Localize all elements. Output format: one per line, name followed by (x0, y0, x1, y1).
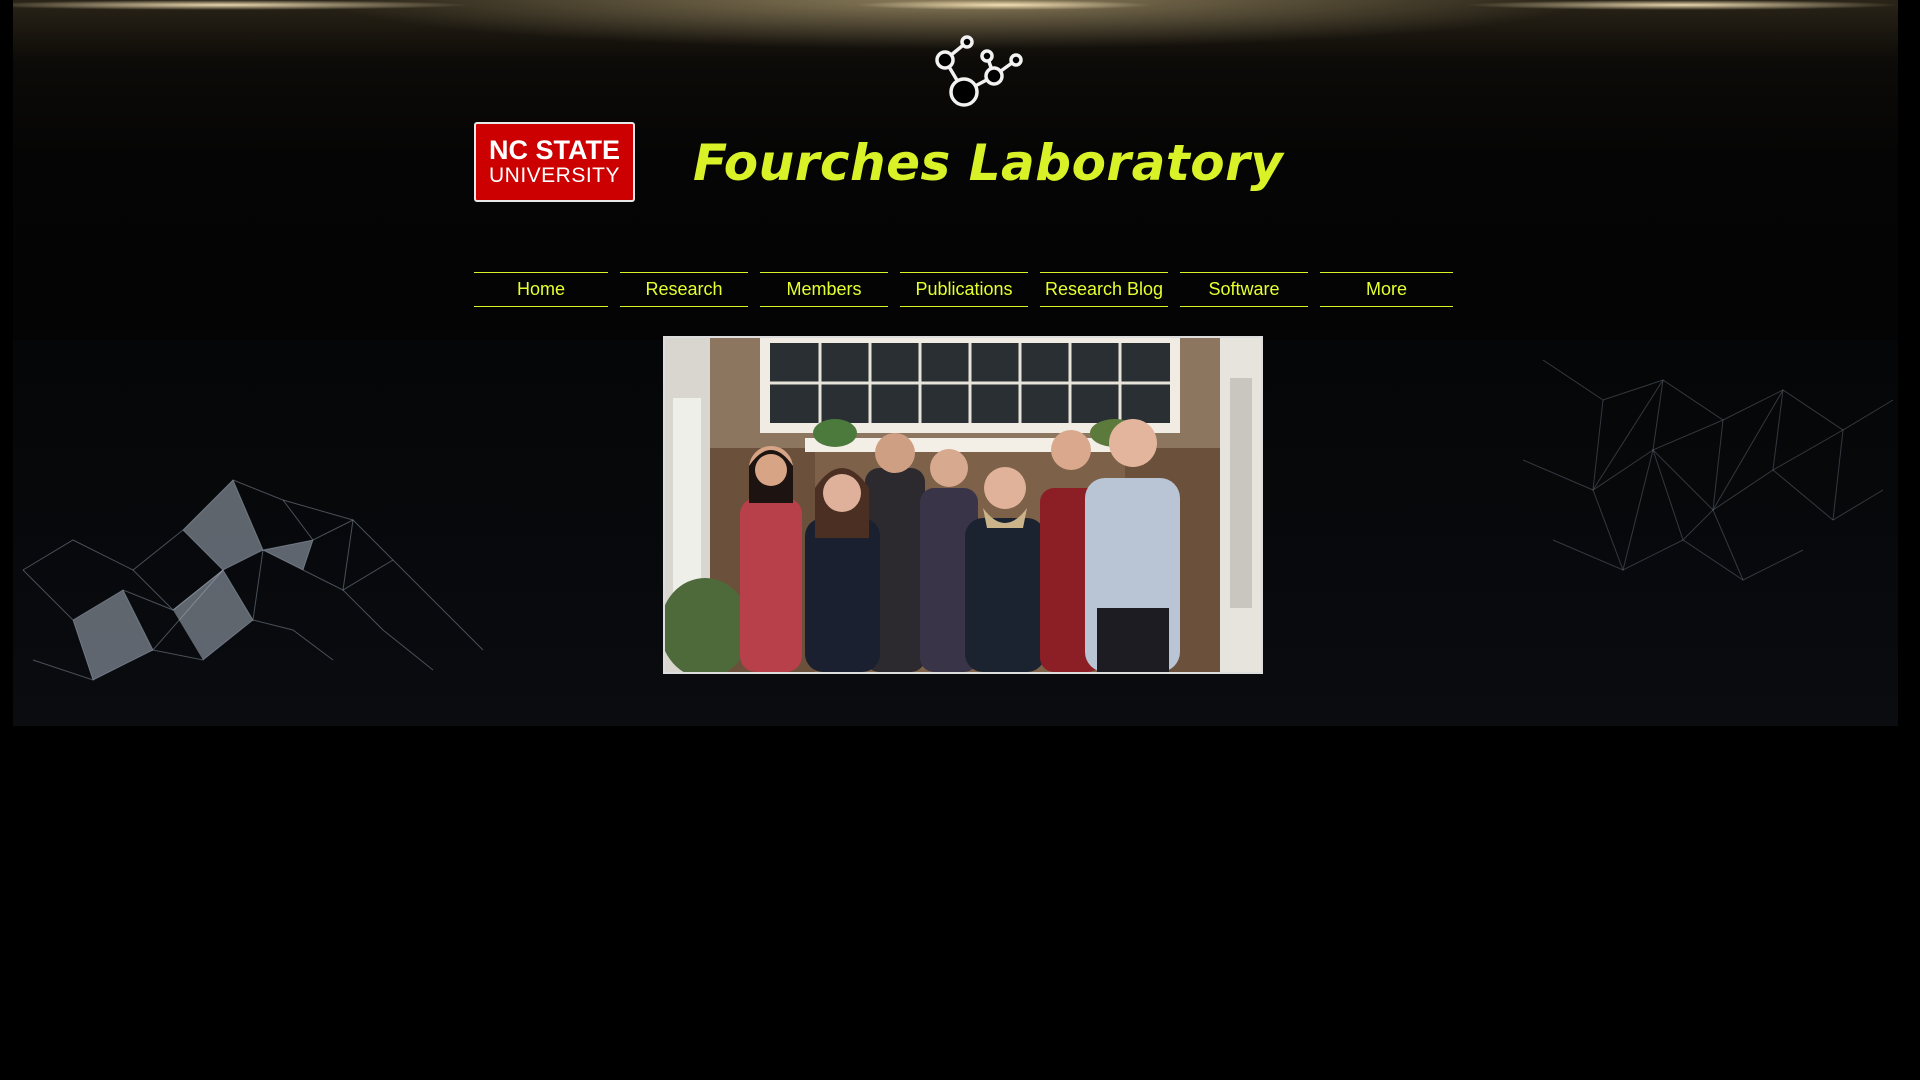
site-title: Fourches Laboratory (693, 134, 1284, 192)
nav-item-research[interactable]: Research (620, 272, 748, 307)
group-photo-illustration (665, 338, 1261, 672)
nav-item-publications[interactable]: Publications (900, 272, 1028, 307)
network-left-decoration (22, 479, 484, 681)
site-container: NC STATE UNIVERSITY Fourches Laboratory … (13, 0, 1898, 726)
nav-item-home[interactable]: Home (474, 272, 608, 307)
logo-line-2: UNIVERSITY (488, 164, 621, 187)
nav-item-software[interactable]: Software (1180, 272, 1308, 307)
nav-item-more[interactable]: More (1320, 272, 1453, 307)
molecule-icon (935, 35, 1023, 107)
nav-item-members[interactable]: Members (760, 272, 888, 307)
group-photo (663, 336, 1263, 674)
logo-line-1: NC STATE (489, 135, 620, 165)
ncsu-logo[interactable]: NC STATE UNIVERSITY (474, 122, 635, 202)
network-right-decoration (1522, 359, 1894, 581)
nav-item-research-blog[interactable]: Research Blog (1040, 272, 1168, 307)
